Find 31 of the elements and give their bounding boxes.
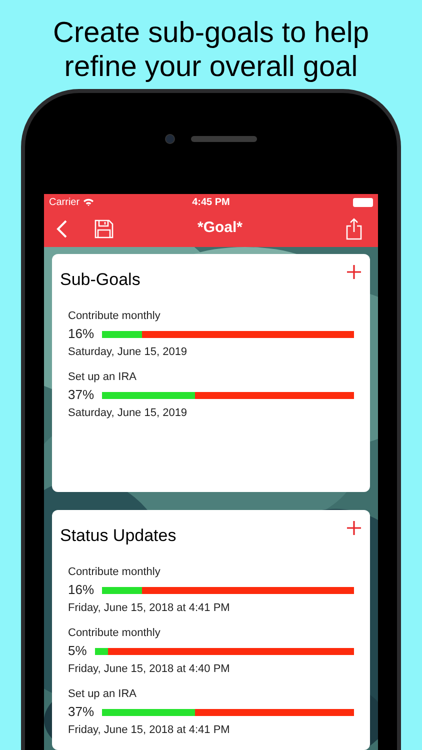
item-date: Saturday, June 15, 2019 [68,344,188,360]
percent-label: 16% [68,581,94,600]
section-title: Status Updates [60,524,176,546]
item-name: Contribute monthly [68,565,162,580]
plus-icon [347,264,361,278]
item-date: Saturday, June 15, 2019 [68,406,188,420]
battery-icon [352,198,373,206]
percent-label: 5% [68,642,87,660]
back-icon [56,218,68,238]
item-name: Contribute monthly [68,309,162,324]
camera-icon [165,134,175,144]
item-name: Set up an IRA [68,370,138,385]
percent-label: 37% [68,703,94,722]
plus-icon [347,520,361,534]
section-title: Sub-Goals [60,268,140,290]
item-name: Contribute monthly [68,626,162,641]
screen-title: *Goal* [196,218,244,238]
wifi-icon [82,198,94,206]
clock: 4:45 PM [192,196,230,210]
share-icon [346,218,362,240]
carrier-label: Carrier [49,196,80,210]
percent-label: 37% [68,386,94,404]
item-date: Friday, June 15, 2018 at 4:41 PM [68,722,231,738]
item-date: Friday, June 15, 2018 at 4:41 PM [68,600,231,616]
item-date: Friday, June 15, 2018 at 4:40 PM [68,662,231,676]
add-button[interactable] [346,520,362,536]
item-name: Set up an IRA [68,687,138,702]
percent-label: 16% [68,325,94,344]
headline: Create sub-goals to help refine your overall goal [53,16,369,85]
speaker-icon [191,136,257,142]
add-button[interactable] [346,264,362,280]
